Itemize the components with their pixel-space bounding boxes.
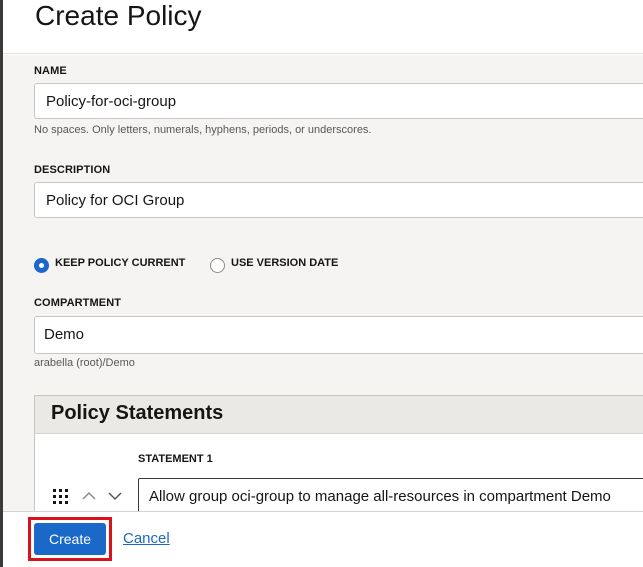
drag-handle-icon[interactable] [53,489,68,504]
chevron-down-icon[interactable] [107,488,123,504]
statement-row [35,478,643,511]
policy-statements-title: Policy Statements [51,402,224,424]
compartment-selected-value: Demo [44,326,85,343]
compartment-select[interactable]: Demo [34,316,643,354]
page-header: Create Policy [3,0,643,54]
keep-policy-current-radio[interactable]: KEEP POLICY CURRENT [34,252,185,273]
description-label: DESCRIPTION [34,164,111,176]
cancel-link[interactable]: Cancel [123,530,170,547]
form-footer: Create Cancel [3,511,643,567]
use-version-date-radio[interactable]: USE VERSION DATE [210,252,338,273]
use-version-date-label: USE VERSION DATE [231,256,339,269]
policy-statements-panel: Policy Statements STATEMENT 1 [34,395,643,511]
radio-checked-icon [34,258,49,273]
compartment-path: arabella (root)/Demo [34,357,135,369]
name-input[interactable] [34,83,643,119]
form-body[interactable]: NAME No spaces. Only letters, numerals, … [3,55,643,511]
description-input[interactable] [34,182,643,218]
keep-policy-current-label: KEEP POLICY CURRENT [55,256,186,269]
create-button[interactable]: Create [34,523,106,555]
page-title: Create Policy [35,0,202,31]
statement-1-label: STATEMENT 1 [138,453,213,465]
compartment-label: COMPARTMENT [34,297,122,309]
chevron-up-icon[interactable] [81,488,97,504]
radio-unchecked-icon [210,258,225,273]
name-help-text: No spaces. Only letters, numerals, hyphe… [34,124,372,136]
policy-statements-header: Policy Statements [35,396,643,434]
name-label: NAME [34,65,67,77]
statement-1-input[interactable] [138,478,643,511]
